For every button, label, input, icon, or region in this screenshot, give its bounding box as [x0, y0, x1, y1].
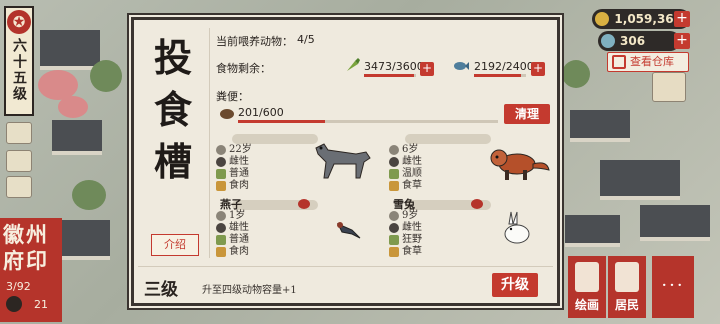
animal-tag-icon — [471, 199, 483, 209]
manure-bar — [238, 120, 325, 123]
resident-portrait-icon — [615, 262, 639, 292]
divider — [209, 28, 210, 258]
upgrade-button[interactable]: 升级 — [492, 273, 538, 297]
city-name: 徽州府印 — [3, 222, 49, 273]
more-button[interactable]: ··· — [652, 256, 694, 318]
animals-value: 4/5 — [297, 33, 315, 46]
animal-card[interactable]: 6岁 雌性 温顺 食草 — [389, 132, 557, 192]
animal-name-bar — [232, 134, 318, 144]
animal-sex: 雌性 — [389, 222, 422, 234]
current-level: 三级 — [144, 280, 178, 300]
side-chip-icon[interactable] — [6, 122, 32, 144]
warehouse-label: 查看仓库 — [630, 55, 674, 68]
painting-button[interactable]: 绘画 — [568, 256, 606, 318]
town-level-badge[interactable]: ✪ 六十五级 — [4, 6, 34, 116]
animal-tag-icon — [298, 199, 310, 209]
view-warehouse-button[interactable]: 查看仓库 — [607, 52, 689, 72]
warehouse-icon — [612, 55, 626, 69]
animal-age: 6岁 — [389, 144, 418, 156]
add-coins-button[interactable]: + — [674, 11, 690, 27]
manure-icon — [220, 109, 234, 119]
animal-diet: 食肉 — [216, 246, 249, 258]
city-progress: 3/92 — [6, 280, 31, 293]
vegetable-icon — [347, 58, 360, 71]
tree — [72, 180, 106, 210]
side-chip-icon[interactable] — [6, 150, 32, 172]
add-jade-button[interactable]: + — [674, 33, 690, 49]
animal-name-bar — [405, 134, 491, 144]
building — [40, 30, 100, 70]
red-panda-icon — [490, 149, 550, 180]
jade-value: 306 — [620, 34, 646, 48]
animal-temperament: 普通 — [216, 234, 249, 246]
animal-age: 22岁 — [216, 144, 252, 156]
add-fish-button[interactable]: + — [531, 62, 545, 76]
building — [565, 215, 620, 247]
painting-label: 绘画 — [574, 298, 599, 312]
intro-button[interactable]: 介绍 — [151, 234, 199, 256]
animal-sex: 雄性 — [216, 222, 249, 234]
manure-value: 201/600 — [238, 106, 284, 119]
jade-counter: 306 — [598, 31, 680, 51]
animal-card[interactable]: 燕子 1岁 雄性 普通 食肉 — [216, 198, 384, 258]
coin-value: 1,059,369 — [614, 12, 682, 26]
upgrade-description: 升至四级动物容量+1 — [202, 285, 297, 296]
panel-title: 投食槽 — [153, 35, 192, 184]
jade-icon — [601, 34, 615, 48]
food-label: 食物剩余： — [216, 62, 271, 75]
coin-icon — [595, 12, 610, 26]
greyhound-icon — [315, 143, 371, 179]
feeding-trough-panel: 投食槽 介绍 当前喂养动物： 4/5 食物剩余： 3473/3600 + 219… — [131, 17, 560, 306]
animals-label: 当前喂养动物： — [216, 35, 293, 48]
animal-temperament: 普通 — [216, 168, 249, 180]
clean-button[interactable]: 清理 — [504, 104, 550, 124]
tree — [90, 60, 122, 92]
building — [640, 205, 710, 241]
tree — [562, 60, 590, 88]
fish-value: 2192/2400 — [474, 60, 534, 73]
building — [52, 120, 102, 155]
town-level-label: 六十五级 — [11, 38, 27, 102]
animal-sex: 雌性 — [389, 156, 422, 168]
manure-label: 粪便： — [216, 90, 249, 103]
snow-hare-icon — [504, 211, 530, 244]
animal-diet: 食草 — [389, 180, 422, 192]
upgrade-row: 三级 升至四级动物容量+1 升级 — [138, 266, 553, 300]
city-seal-badge[interactable]: 徽州府印 3/92 21 — [0, 218, 62, 322]
city-count: 21 — [34, 298, 48, 311]
building — [600, 160, 680, 200]
vegetable-value: 3473/3600 — [364, 60, 424, 73]
residents-label: 居民 — [614, 298, 639, 312]
side-chip-icon[interactable] — [6, 176, 32, 198]
vegetable-bar — [364, 74, 414, 77]
residents-button[interactable]: 居民 — [608, 256, 646, 318]
animal-age: 1岁 — [216, 210, 245, 222]
inventory-stamp-icon[interactable] — [652, 72, 686, 102]
animal-sex: 雌性 — [216, 156, 249, 168]
add-vegetable-button[interactable]: + — [420, 62, 434, 76]
fish-bar — [474, 74, 521, 77]
blossom-tree — [58, 96, 88, 118]
animal-card[interactable]: 雪兔 9岁 雌性 狂野 食草 — [389, 198, 557, 258]
swallow-icon — [336, 222, 361, 239]
animal-age: 9岁 — [389, 210, 418, 222]
compass-icon: ✪ — [7, 10, 31, 34]
animal-card[interactable]: 22岁 雌性 普通 食肉 — [216, 132, 384, 192]
scroll-icon — [575, 262, 599, 292]
fish-icon — [454, 62, 469, 70]
animal-temperament: 温顺 — [389, 168, 422, 180]
animal-diet: 食肉 — [216, 180, 249, 192]
animal-temperament: 狂野 — [389, 234, 422, 246]
animal-diet: 食草 — [389, 246, 422, 258]
building — [570, 110, 630, 142]
resident-icon — [6, 296, 22, 312]
